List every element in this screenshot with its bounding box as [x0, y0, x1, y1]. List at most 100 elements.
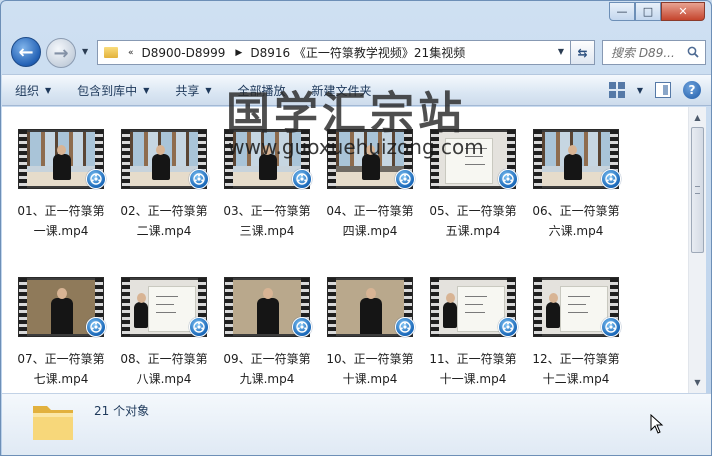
back-arrow-icon: ← — [18, 41, 34, 63]
view-dropdown-icon[interactable]: ▼ — [637, 86, 643, 95]
media-player-icon — [395, 317, 415, 337]
file-item[interactable]: 03、正一符箓第 三课.mp4 — [216, 115, 318, 247]
dropdown-arrow-icon: ▼ — [45, 85, 52, 95]
help-icon[interactable]: ? — [683, 81, 701, 99]
file-name-line1: 11、正一符箓第 — [429, 352, 517, 366]
minimize-button[interactable]: — — [609, 2, 635, 21]
media-player-icon — [395, 169, 415, 189]
file-item[interactable]: 02、正一符箓第 二课.mp4 — [113, 115, 215, 247]
media-player-icon — [601, 317, 621, 337]
file-name-line2: 十课.mp4 — [342, 372, 398, 386]
file-name-line1: 04、正一符箓第 — [326, 204, 414, 218]
media-player-icon — [86, 169, 106, 189]
file-item[interactable]: 10、正一符箓第 十课.mp4 — [319, 263, 421, 393]
file-name: 01、正一符箓第 一课.mp4 — [10, 201, 112, 241]
organize-menu[interactable]: 组织 ▼ — [2, 75, 64, 105]
file-name-line1: 10、正一符箓第 — [326, 352, 414, 366]
address-bar[interactable]: « D8900-D8999 ▶ D8916 《正一符箓教学视频》21集视频 ▼ — [97, 40, 571, 65]
file-name-line1: 08、正一符箓第 — [120, 352, 208, 366]
recent-pages-dropdown[interactable]: ▼ — [82, 47, 88, 56]
chevron-right-icon[interactable]: ▶ — [235, 48, 242, 58]
navigation-bar: ← → ▼ « D8900-D8999 ▶ D8916 《正一符箓教学视频》21… — [1, 35, 711, 69]
preview-pane-icon[interactable] — [655, 82, 671, 98]
scroll-up-icon[interactable]: ▲ — [689, 109, 706, 126]
file-name: 07、正一符箓第 七课.mp4 — [10, 349, 112, 389]
media-player-icon — [189, 317, 209, 337]
file-name-line2: 一课.mp4 — [33, 224, 89, 238]
file-item[interactable]: 01、正一符箓第 一课.mp4 — [10, 115, 112, 247]
media-player-icon — [601, 169, 621, 189]
media-player-icon — [292, 169, 312, 189]
media-player-icon — [86, 317, 106, 337]
file-list: 01、正一符箓第 一课.mp4 02、正一符箓第 二课.mp4 03、正一符箓第 三课.m… — [2, 107, 688, 393]
file-item[interactable]: 11、正一符箓第 十一课.mp4 — [422, 263, 524, 393]
file-name-line2: 七课.mp4 — [33, 372, 89, 386]
file-name-line2: 四课.mp4 — [342, 224, 398, 238]
details-pane: 21 个对象 — [2, 393, 711, 455]
new-folder-button[interactable]: 新建文件夹 — [299, 75, 385, 105]
new-folder-label: 新建文件夹 — [311, 83, 372, 98]
share-menu[interactable]: 共享 ▼ — [162, 75, 224, 105]
search-input[interactable] — [611, 45, 685, 60]
address-dropdown-icon[interactable]: ▼ — [558, 47, 564, 56]
file-item[interactable]: 12、正一符箓第 十二课.mp4 — [525, 263, 627, 393]
file-name: 03、正一符箓第 三课.mp4 — [216, 201, 318, 241]
file-name-line2: 五课.mp4 — [445, 224, 501, 238]
breadcrumb-overflow[interactable]: « — [128, 48, 134, 58]
file-name: 12、正一符箓第 十二课.mp4 — [525, 349, 627, 389]
scroll-thumb[interactable] — [691, 127, 704, 253]
caption-buttons: — □ ✕ — [609, 2, 705, 21]
vertical-scrollbar[interactable]: ▲ ▼ — [688, 107, 706, 393]
dropdown-arrow-icon: ▼ — [205, 85, 212, 95]
include-in-library-menu[interactable]: 包含到库中 ▼ — [64, 75, 162, 105]
close-button[interactable]: ✕ — [661, 2, 705, 21]
play-all-button[interactable]: 全部播放 — [225, 75, 299, 105]
command-bar: 组织 ▼ 包含到库中 ▼ 共享 ▼ 全部播放 新建文件夹 ▼ ? — [2, 74, 711, 106]
file-item[interactable]: 07、正一符箓第 七课.mp4 — [10, 263, 112, 393]
forward-arrow-icon: → — [53, 42, 69, 64]
file-name-line2: 十一课.mp4 — [439, 372, 507, 386]
forward-button[interactable]: → — [46, 38, 76, 68]
file-item[interactable]: 08、正一符箓第 八课.mp4 — [113, 263, 215, 393]
breadcrumb-item-current[interactable]: D8916 《正一符箓教学视频》21集视频 — [250, 44, 465, 61]
media-player-icon — [292, 317, 312, 337]
include-in-library-label: 包含到库中 — [77, 83, 138, 98]
mouse-cursor-icon — [650, 414, 664, 434]
media-player-icon — [189, 169, 209, 189]
item-count: 21 个对象 — [94, 404, 150, 418]
file-name-line2: 六课.mp4 — [548, 224, 604, 238]
file-name: 04、正一符箓第 四课.mp4 — [319, 201, 421, 241]
file-name: 06、正一符箓第 六课.mp4 — [525, 201, 627, 241]
file-name-line1: 06、正一符箓第 — [532, 204, 620, 218]
file-name-line1: 07、正一符箓第 — [17, 352, 105, 366]
file-item[interactable]: 04、正一符箓第 四课.mp4 — [319, 115, 421, 247]
folder-icon — [104, 47, 118, 58]
file-name-line2: 十二课.mp4 — [542, 372, 610, 386]
change-view-icon[interactable] — [608, 82, 625, 98]
file-item[interactable]: 05、正一符箓第 五课.mp4 — [422, 115, 524, 247]
search-icon[interactable] — [687, 46, 699, 58]
file-name-line1: 12、正一符箓第 — [532, 352, 620, 366]
maximize-button[interactable]: □ — [635, 2, 661, 21]
file-name: 02、正一符箓第 二课.mp4 — [113, 201, 215, 241]
organize-label: 组织 — [15, 83, 40, 98]
refresh-button[interactable]: ⇆ — [571, 40, 595, 65]
file-name-line1: 05、正一符箓第 — [429, 204, 517, 218]
play-all-label: 全部播放 — [237, 83, 286, 98]
search-box[interactable] — [602, 40, 706, 65]
file-name-line2: 九课.mp4 — [239, 372, 295, 386]
media-player-icon — [498, 169, 518, 189]
file-name: 09、正一符箓第 九课.mp4 — [216, 349, 318, 389]
breadcrumb-item-parent[interactable]: D8900-D8999 — [142, 46, 226, 60]
scroll-down-icon[interactable]: ▼ — [689, 374, 706, 391]
file-name: 10、正一符箓第 十课.mp4 — [319, 349, 421, 389]
file-name: 08、正一符箓第 八课.mp4 — [113, 349, 215, 389]
explorer-window: — □ ✕ ← → ▼ « D8900-D8999 ▶ D8916 《正一符箓教… — [0, 0, 712, 456]
file-name: 11、正一符箓第 十一课.mp4 — [422, 349, 524, 389]
file-name: 05、正一符箓第 五课.mp4 — [422, 201, 524, 241]
file-name-line2: 三课.mp4 — [239, 224, 295, 238]
back-button[interactable]: ← — [11, 37, 41, 67]
file-name-line1: 01、正一符箓第 — [17, 204, 105, 218]
file-item[interactable]: 06、正一符箓第 六课.mp4 — [525, 115, 627, 247]
file-item[interactable]: 09、正一符箓第 九课.mp4 — [216, 263, 318, 393]
